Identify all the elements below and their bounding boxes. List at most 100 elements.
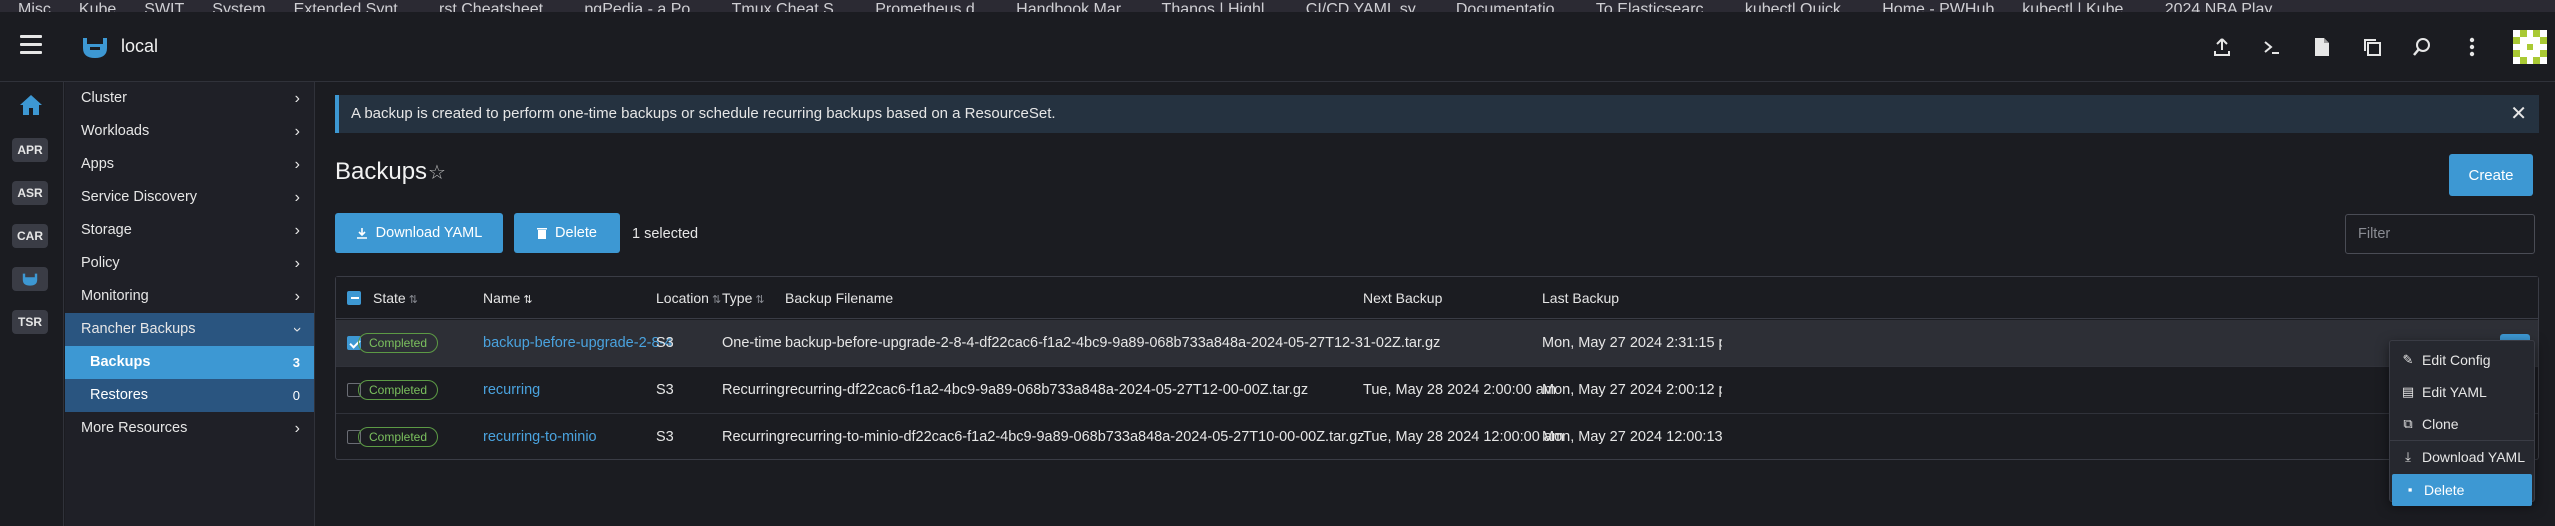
nav-item-workloads[interactable]: Workloads › — [65, 115, 314, 148]
menu-item-edit-yaml[interactable]: ▤ Edit YAML — [2390, 376, 2534, 408]
nav-item-label: Service Discovery — [81, 189, 198, 205]
selected-count: 1 selected — [632, 226, 699, 242]
local-cluster-icon[interactable] — [12, 267, 48, 291]
bookmark[interactable]: kubectl Quick... — [1745, 2, 1854, 13]
nav-group-rancher-backups[interactable]: Rancher Backups › — [65, 313, 314, 346]
home-icon[interactable] — [18, 92, 44, 118]
cluster-badge-car[interactable]: CAR — [12, 224, 48, 248]
banner-text: A backup is created to perform one-time … — [351, 105, 1056, 122]
kebab-menu-icon[interactable] — [2447, 12, 2497, 82]
type-cell: Recurring — [722, 382, 785, 398]
cluster-badge-apr[interactable]: APR — [12, 138, 48, 162]
select-all-checkbox[interactable] — [347, 291, 361, 305]
nav-item-apps[interactable]: Apps › — [65, 148, 314, 181]
bookmark[interactable]: Kube — [79, 2, 116, 13]
last-backup-cell: Mon, May 27 2024 2:00:12 pm — [1542, 382, 1722, 398]
type-cell: Recurring — [722, 429, 785, 445]
delete-button[interactable]: Delete — [514, 213, 620, 253]
bookmark[interactable]: Tmux Cheat S... — [732, 2, 848, 13]
name-link[interactable]: recurring-to-minio — [483, 414, 597, 461]
bookmark[interactable]: Home - PWHub — [1882, 2, 1994, 13]
table-row[interactable]: Completed recurring S3 Recurring recurri… — [336, 367, 2538, 414]
filter-input[interactable] — [2345, 214, 2535, 254]
bookmark[interactable]: 2024 NBA Play... — [2165, 2, 2285, 13]
nav-item-cluster[interactable]: Cluster › — [65, 82, 314, 115]
nav-item-monitoring[interactable]: Monitoring › — [65, 280, 314, 313]
table-row[interactable]: Completed recurring-to-minio S3 Recurrin… — [336, 414, 2538, 461]
header-actions — [2197, 12, 2555, 82]
copy-icon[interactable] — [2347, 12, 2397, 82]
nav-item-label: More Resources — [81, 420, 188, 436]
table-row[interactable]: Completed backup-before-upgrade-2-8-4 S3… — [336, 320, 2538, 367]
cluster-badge-asr[interactable]: ASR — [12, 181, 48, 205]
info-banner: A backup is created to perform one-time … — [335, 95, 2539, 133]
bookmarks-bar: Misc Kube SWIT System Extended Synt... r… — [0, 0, 2555, 12]
close-icon[interactable]: ✕ — [2510, 95, 2527, 133]
download-icon — [356, 228, 367, 239]
nav-group-label: Rancher Backups — [81, 321, 196, 337]
nav-count: 3 — [292, 355, 300, 370]
bookmark[interactable]: Prometheus d... — [875, 2, 988, 13]
bookmark[interactable]: Misc — [18, 2, 51, 13]
next-backup-cell: Tue, May 28 2024 2:00:00 am — [1363, 382, 1556, 398]
bookmark[interactable]: Handbook Mar... — [1016, 2, 1133, 13]
chevron-right-icon: › — [294, 90, 300, 107]
bookmark[interactable]: System — [212, 2, 265, 13]
nav-item-label: Cluster — [81, 90, 127, 106]
status-badge: Completed — [358, 427, 439, 448]
cluster-rail: APR ASR CAR TSR — [0, 82, 64, 526]
name-link[interactable]: backup-before-upgrade-2-8-4 — [483, 320, 672, 367]
nav-sub-backups[interactable]: Backups 3 — [65, 346, 314, 379]
table-header: State ⇅ Name ⇅ Location ⇅ Type ⇅ Backup File… — [336, 277, 2538, 319]
user-avatar[interactable] — [2513, 30, 2547, 64]
bookmark[interactable]: Thanos | Highl... — [1162, 2, 1278, 13]
nav-sub-restores[interactable]: Restores 0 — [65, 379, 314, 412]
menu-item-delete[interactable]: ▪ Delete — [2392, 474, 2532, 506]
menu-item-edit-config[interactable]: ✎ Edit Config — [2390, 344, 2534, 376]
column-header-state[interactable]: State ⇅ — [373, 277, 418, 319]
nav-item-service-discovery[interactable]: Service Discovery › — [65, 181, 314, 214]
bookmark[interactable]: Extended Synt... — [294, 2, 411, 13]
upload-icon[interactable] — [2197, 12, 2247, 82]
column-header-type[interactable]: Type ⇅ — [722, 277, 765, 319]
nav-item-more-resources[interactable]: More Resources › — [65, 412, 314, 445]
cluster-name[interactable]: local — [121, 36, 158, 57]
nav-item-policy[interactable]: Policy › — [65, 247, 314, 280]
page-title: Backups — [335, 158, 428, 185]
download-yaml-button[interactable]: Download YAML — [335, 213, 503, 253]
file-icon[interactable] — [2297, 12, 2347, 82]
filename-cell: recurring-to-minio-df22cac6-f1a2-4bc9-9a… — [785, 429, 1365, 445]
column-header-name[interactable]: Name ⇅ — [483, 277, 533, 319]
column-header-location[interactable]: Location ⇅ — [656, 277, 721, 319]
create-button[interactable]: Create — [2449, 154, 2533, 196]
bookmark[interactable]: rst Cheatsheet... — [439, 2, 556, 13]
star-icon[interactable]: ☆ — [428, 160, 446, 185]
type-cell: One-time — [722, 335, 782, 351]
column-header-backup-filename: Backup Filename — [785, 290, 894, 306]
cluster-logo-icon — [83, 38, 107, 58]
cluster-badge-tsr[interactable]: TSR — [12, 310, 48, 334]
top-header: local — [0, 12, 2555, 82]
menu-item-download-yaml[interactable]: ⤓ Download YAML — [2390, 440, 2534, 472]
nav-sub-label: Restores — [90, 387, 149, 403]
last-backup-cell: Mon, May 27 2024 2:31:15 pm — [1542, 335, 1722, 351]
bookmark[interactable]: CI/CD YAML sy... — [1306, 2, 1428, 13]
search-icon[interactable] — [2397, 12, 2447, 82]
chevron-right-icon: › — [294, 420, 300, 437]
row-action-menu: ✎ Edit Config ▤ Edit YAML ⧉ Clone ⤓ Download… — [2389, 340, 2535, 506]
hamburger-menu-icon[interactable] — [20, 35, 42, 55]
bookmark[interactable]: To Elasticsearc... — [1596, 2, 1717, 13]
bookmark[interactable]: kubectl | Kube... — [2022, 2, 2136, 13]
name-link[interactable]: recurring — [483, 367, 540, 414]
bookmark[interactable]: Documentatio... — [1456, 2, 1568, 13]
state-cell: Completed — [358, 414, 439, 461]
menu-item-clone[interactable]: ⧉ Clone — [2390, 408, 2534, 440]
nav-item-storage[interactable]: Storage › — [65, 214, 314, 247]
state-cell: Completed — [358, 320, 439, 367]
bookmark[interactable]: SWIT — [144, 2, 184, 13]
trash-icon — [537, 228, 548, 239]
terminal-icon[interactable] — [2247, 12, 2297, 82]
nav-count: 0 — [292, 388, 300, 403]
bookmark[interactable]: pgPedia - a Po... — [584, 2, 703, 13]
file-icon: ▤ — [2401, 384, 2415, 399]
